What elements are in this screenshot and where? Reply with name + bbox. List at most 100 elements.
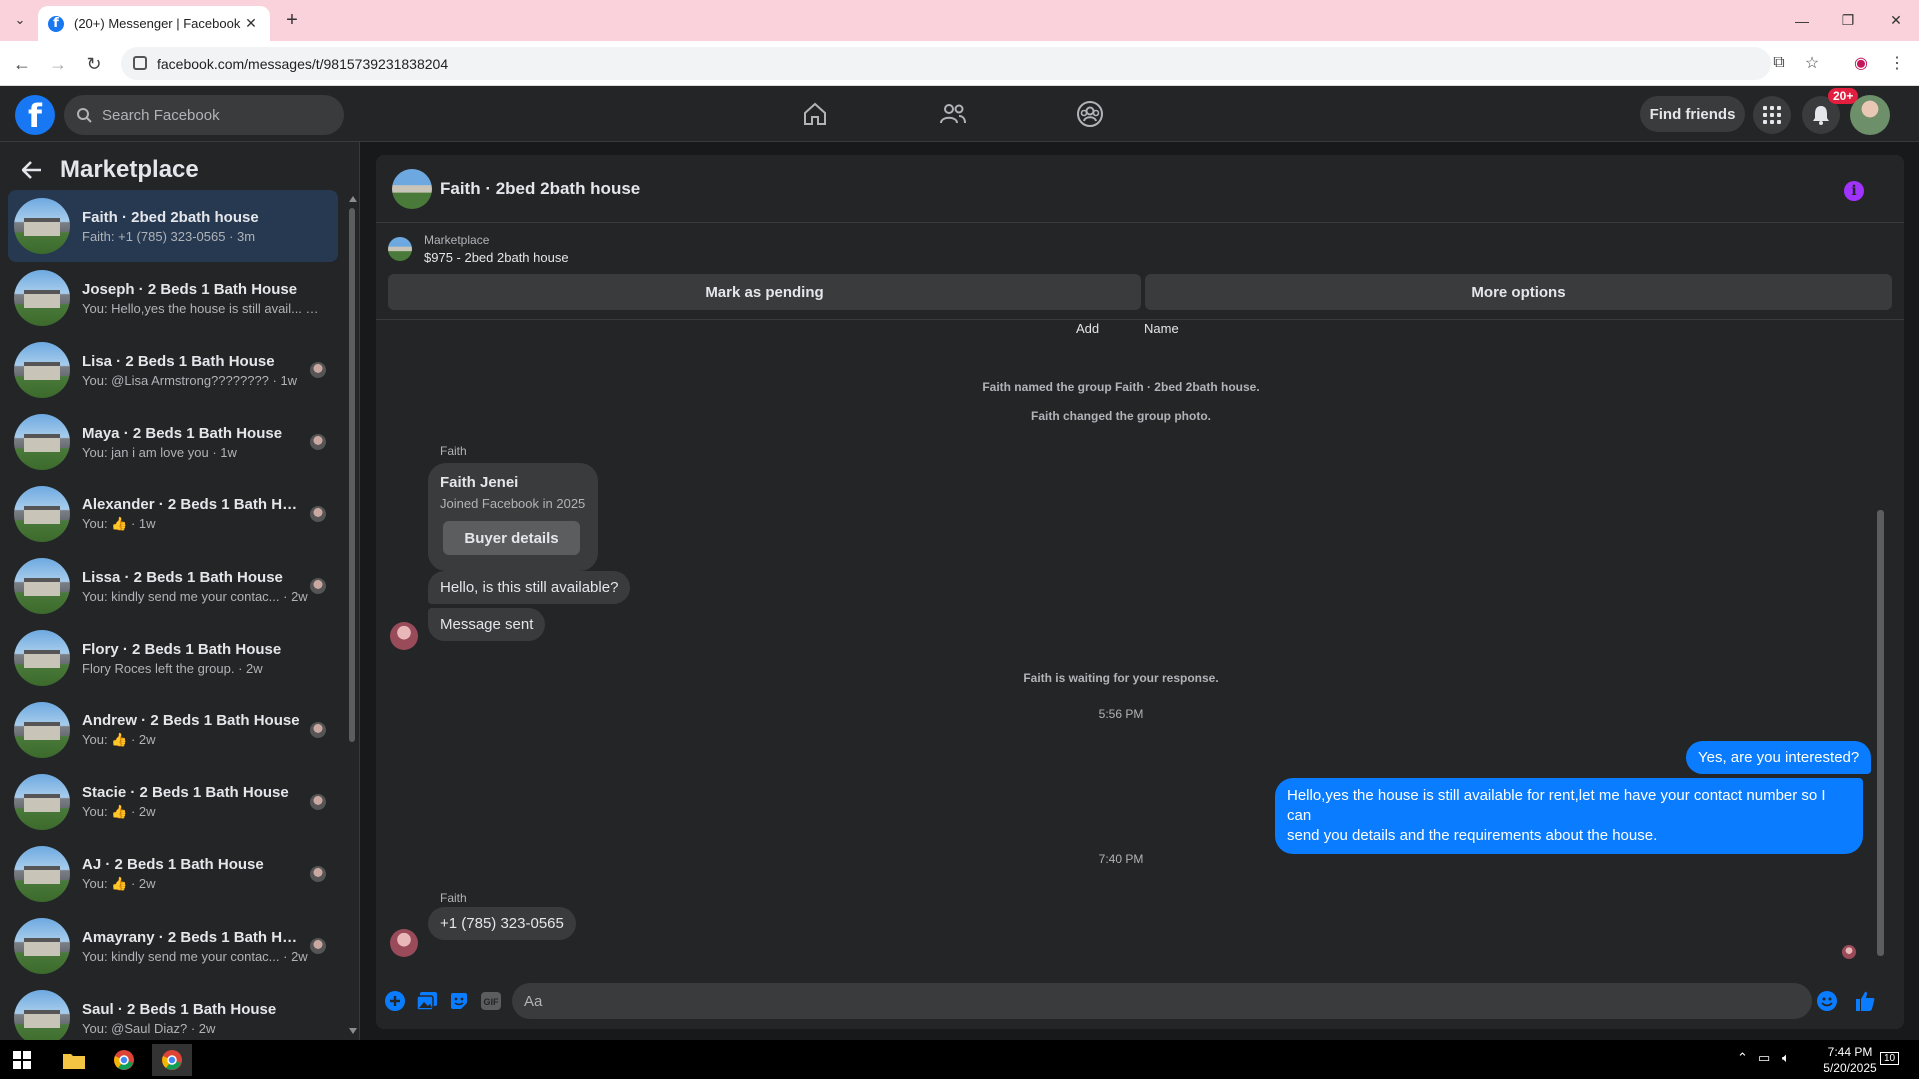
close-window-icon[interactable]: ✕ [1873,0,1919,41]
conversation-text: AJ · 2 Beds 1 Bath House You: 👍 · 2w [82,856,332,892]
account-avatar[interactable] [1850,95,1890,135]
conversation-item[interactable]: Faith · 2bed 2bath house Faith: +1 (785) … [8,190,338,262]
tab-search-icon[interactable]: ⌄ [8,8,32,32]
message-bubble[interactable]: Message sent [428,608,546,641]
conversation-item[interactable]: Stacie · 2 Beds 1 Bath House You: 👍 · 2w [8,766,338,838]
info-icon[interactable]: i [1844,181,1864,201]
conversation-item[interactable]: Maya · 2 Beds 1 Bath House You: jan i am … [8,406,338,478]
my-message-bubble[interactable]: Hello,yes the house is still available f… [1275,778,1863,854]
seen-by-avatar [310,794,326,810]
scrollbar-thumb[interactable] [1877,510,1884,956]
sender-avatar[interactable] [390,929,418,957]
conversation-name: Amayrany · 2 Beds 1 Bath Hou... [82,928,302,946]
photo-icon[interactable] [416,990,438,1012]
install-app-icon[interactable]: ⧉ [1767,51,1791,75]
chrome-icon[interactable] [104,1044,144,1076]
thumbs-up-icon[interactable] [1854,990,1876,1012]
chat-scrollbar[interactable] [1876,330,1884,970]
browser-tab[interactable]: f (20+) Messenger | Facebook ✕ [38,6,270,41]
header-divider [376,319,1904,320]
friends-nav-icon[interactable] [933,98,973,130]
message-line: Hello,yes the house is still available f… [1287,787,1826,824]
clock-time: 7:44 PM [1827,1045,1873,1059]
restore-icon[interactable]: ❐ [1825,0,1871,41]
file-explorer-icon[interactable] [54,1044,94,1076]
sender-avatar[interactable] [390,622,418,650]
conversation-name: Maya · 2 Beds 1 Bath House [82,424,283,442]
conversation-name: Stacie · 2 Beds 1 Bath House [82,784,289,801]
minimize-icon[interactable]: — [1779,0,1825,41]
reload-icon[interactable]: ↻ [81,51,107,77]
conversation-item[interactable]: AJ · 2 Beds 1 Bath House You: 👍 · 2w [8,838,338,910]
scroll-down-arrow-icon[interactable] [349,1028,357,1034]
notification-center-icon[interactable]: 10 [1880,1052,1900,1065]
conversation-name: Joseph · 2 Beds 1 Bath House [82,280,298,298]
more-options-button[interactable]: More options [1145,274,1892,310]
back-icon[interactable]: ← [9,51,35,77]
site-info-icon[interactable] [133,56,147,70]
listing-thumbnail [388,237,412,261]
menu-grid-icon[interactable] [1753,96,1791,134]
chrome-profile-icon[interactable] [152,1044,192,1076]
sidebar-scrollbar[interactable] [348,190,356,1040]
conversation-item[interactable]: Alexander · 2 Beds 1 Bath Hou... You: 👍 ·… [8,478,338,550]
system-message-waiting: Faith is waiting for your response. [1023,671,1219,685]
conversation-item[interactable]: Amayrany · 2 Beds 1 Bath Hou... You: kind… [8,910,338,982]
conversation-name: Flory · 2 Beds 1 Bath House [82,640,282,658]
facebook-logo-icon[interactable]: f [15,95,55,135]
chrome-menu-icon[interactable]: ⋮ [1885,51,1909,75]
tab-title: (20+) Messenger | Facebook [74,16,241,31]
name-label: Name [1144,321,1179,336]
conversation-item[interactable]: Andrew · 2 Beds 1 Bath House You: 👍 · 2w [8,694,338,766]
emoji-icon[interactable] [1816,990,1838,1012]
tray-chevron-icon[interactable]: ⌃ [1737,1050,1748,1066]
tab-close-icon[interactable]: ✕ [242,15,260,32]
system-clock[interactable]: 7:44 PM 5/20/2025 [1815,1044,1885,1076]
conversation-item[interactable]: Flory · 2 Beds 1 Bath House Flory Roces l… [8,622,338,694]
facebook-search[interactable] [64,95,344,135]
notification-count: 10 [1884,1053,1896,1064]
message-composer: GIF [376,975,1904,1029]
groups-nav-icon[interactable] [1070,98,1110,130]
new-tab-icon[interactable]: + [280,8,304,32]
bookmark-star-icon[interactable]: ☆ [1800,51,1824,75]
listing-title: $975 - 2bed 2bath house [424,250,569,265]
my-message-bubble[interactable]: Yes, are you interested? [1686,741,1872,774]
url-field[interactable]: facebook.com/messages/t/9815739231838204 [121,47,1771,80]
buyer-details-button[interactable]: Buyer details [443,521,580,555]
conversation-preview: You: 👍 · 2w [82,732,156,747]
marketplace-label: Marketplace [424,233,490,247]
volume-icon[interactable]: 🔈︎ [1782,1050,1790,1066]
seen-by-avatar [310,866,326,882]
conversation-item[interactable]: Lissa · 2 Beds 1 Bath House You: kindly s… [8,550,338,622]
windows-start-icon[interactable] [2,1044,42,1076]
message-bubble[interactable]: +1 (785) 323-0565 [428,907,576,940]
forward-icon[interactable]: → [45,51,71,77]
network-icon[interactable]: ▭ [1758,1050,1770,1066]
conversation-preview: You: kindly send me your contac... · 2w [82,948,308,964]
mark-as-pending-button[interactable]: Mark as pending [388,274,1141,310]
sticker-icon[interactable] [448,990,470,1012]
facebook-favicon-icon: f [48,15,64,32]
scrollbar-thumb[interactable] [349,208,355,742]
conversation-text: Maya · 2 Beds 1 Bath House You: jan i am … [82,425,332,460]
message-input[interactable] [524,992,1724,1010]
find-friends-button[interactable]: Find friends [1640,96,1745,132]
plus-circle-icon[interactable] [384,990,406,1012]
group-avatar[interactable] [392,169,432,209]
svg-text:GIF: GIF [484,997,500,1007]
conversation-text: Lisa · 2 Beds 1 Bath House You: @Lisa Arm… [82,353,332,388]
search-input[interactable] [102,106,302,124]
gif-icon[interactable]: GIF [480,990,502,1012]
profile-icon[interactable]: ◉ [1849,51,1873,75]
chat-title[interactable]: Faith · 2bed 2bath house [440,179,640,199]
conversation-item[interactable]: Joseph · 2 Beds 1 Bath House You: Hello,y… [8,262,338,334]
message-input-field[interactable] [512,983,1812,1019]
message-bubble[interactable]: Hello, is this still available? [428,571,631,604]
home-nav-icon[interactable] [795,98,835,130]
conversation-avatar [14,270,70,326]
sender-name: Faith [440,891,467,905]
back-arrow-icon[interactable] [18,156,46,184]
system-message-photo: Faith changed the group photo. [1031,409,1211,423]
conversation-item[interactable]: Lisa · 2 Beds 1 Bath House You: @Lisa Arm… [8,334,338,406]
